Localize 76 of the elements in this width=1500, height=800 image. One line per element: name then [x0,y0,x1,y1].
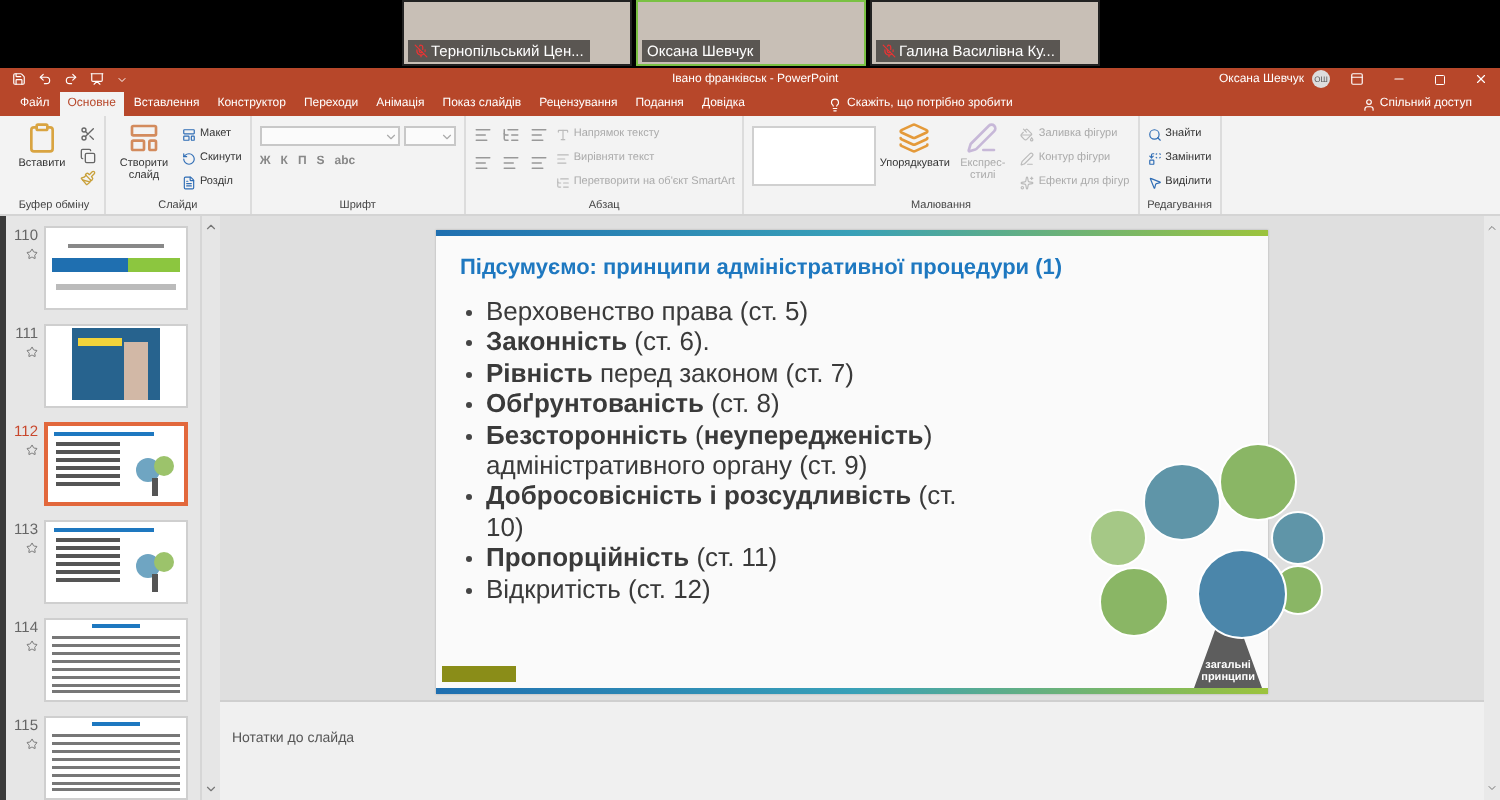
bullet-icon [466,587,472,594]
star-icon [26,248,38,260]
layout-icon [182,127,196,141]
bullet-text: Відкритість (ст. 12) [486,573,711,605]
presentation-icon[interactable] [90,72,104,86]
slide-thumbnail[interactable] [44,226,188,310]
search-icon [1147,127,1162,141]
bullet-text: Рівність перед законом (ст. 7) [486,357,854,389]
bullet-icon [466,371,472,378]
numbered-list-icon[interactable] [501,126,520,144]
bullet-list-icon[interactable] [473,126,492,144]
minimize-icon[interactable] [1392,72,1406,86]
shapes-gallery[interactable] [752,126,877,186]
close-icon[interactable] [1474,72,1488,86]
justify-icon[interactable] [529,154,548,172]
muted-mic-icon [413,44,427,58]
scroll-up-icon[interactable] [204,220,218,234]
slide-thumbnail[interactable] [44,422,188,506]
bullet-text: Обґрунтованість (ст. 8) [486,388,780,420]
chevron-icon[interactable] [116,73,128,85]
slide-thumbnail-drawing [48,620,184,696]
bullet-icon [466,494,472,501]
scroll-down-icon[interactable] [204,782,218,796]
bullet-icon [466,310,472,316]
section-icon [182,175,196,189]
chevron-icon [439,129,454,143]
maximize-icon[interactable] [1434,73,1446,85]
slide-thumbnail[interactable] [44,324,188,408]
chevron-icon [383,129,398,143]
bullet-text: Верховенство права (ст. 5) [486,296,809,327]
person-icon [1361,97,1376,111]
align-icon [555,151,570,165]
slide-thumbnail[interactable] [44,618,188,702]
clipboard-icon[interactable] [26,122,58,154]
star-icon [26,444,38,456]
bullet-icon [466,556,472,563]
star-icon [26,738,38,750]
slide-icon[interactable] [128,122,160,154]
pointer-icon [1147,175,1162,189]
save-icon[interactable] [12,72,26,86]
brush-icon[interactable] [80,170,96,186]
slide-thumbnail[interactable] [44,520,188,604]
text-direction-icon [555,127,570,141]
slide-thumbnail-drawing [48,718,184,794]
bullet-icon [466,433,472,440]
slide-title: Підсумуємо: принципи адміністративної процедури (1) [460,256,1063,280]
olive-bar [442,666,516,682]
bullet-text: Законність (ст. 6). [486,326,710,358]
copy-icon[interactable] [80,148,96,164]
pen-icon [1020,151,1035,165]
font-size-dropdown[interactable] [403,126,456,146]
undo-icon[interactable] [38,72,52,86]
sparkle-icon [1020,175,1035,189]
align-icon[interactable] [473,154,492,172]
bullet-icon [466,402,472,409]
ribbon-display-icon[interactable] [1350,72,1364,86]
bullet-text: Добросовісність і розсудливість (ст. 10) [486,480,959,543]
fill-bucket-icon [1020,127,1035,141]
star-icon [26,542,38,554]
scroll-up-icon[interactable] [1486,222,1498,234]
layers-icon[interactable] [898,122,931,154]
lightbulb-icon [827,97,842,111]
indent-icon[interactable] [529,126,548,144]
bullet-icon [466,340,472,347]
star-icon [26,640,38,652]
scissors-icon[interactable] [80,126,96,142]
redo-icon[interactable] [64,72,78,86]
align-icon[interactable] [501,154,520,172]
muted-mic-icon [881,44,895,58]
scroll-down-icon[interactable] [1486,782,1498,794]
font-name-dropdown[interactable] [259,126,400,146]
star-icon [26,346,38,358]
slide-thumbnail[interactable] [44,716,188,800]
bullet-text: Безсторонність (неупередженість) адміністративного органу (ст. 9) [486,419,935,481]
reset-icon [182,151,196,165]
bullet-text: Пропорційність (ст. 11) [486,542,778,574]
